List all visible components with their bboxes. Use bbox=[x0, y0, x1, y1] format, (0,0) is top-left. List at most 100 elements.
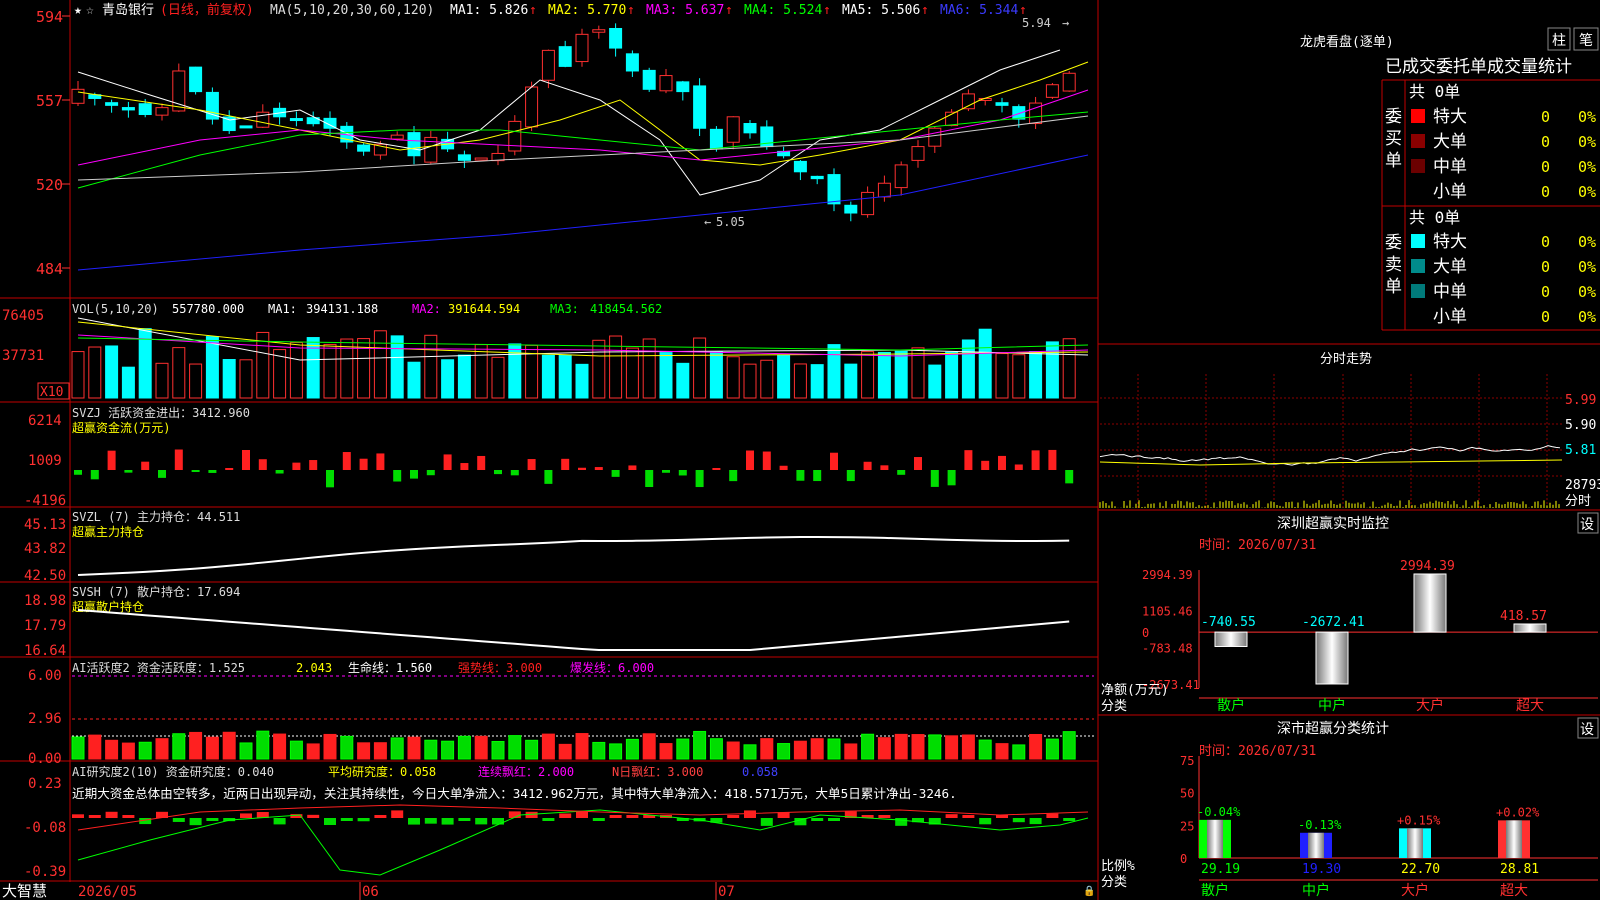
research-bar bbox=[996, 815, 1008, 818]
research-bar bbox=[576, 811, 588, 818]
candle-body bbox=[609, 27, 623, 49]
retail-position-series bbox=[77, 609, 1070, 651]
research-bar bbox=[324, 818, 336, 826]
order-percent: 0% bbox=[1578, 233, 1596, 251]
up-arrow-icon: ↑ bbox=[725, 3, 733, 18]
volume-bar bbox=[978, 328, 992, 399]
order-percent: 0% bbox=[1578, 283, 1596, 301]
order-percent: 0% bbox=[1578, 133, 1596, 151]
capital-flow-bar bbox=[494, 470, 502, 475]
star-icon[interactable]: ★ bbox=[74, 3, 82, 18]
activity-bar bbox=[424, 739, 438, 760]
capital-flow-bar bbox=[376, 453, 385, 470]
candle-body bbox=[844, 204, 858, 214]
capital-flow-bar bbox=[74, 470, 82, 475]
research-bar bbox=[1029, 818, 1042, 825]
vol-ma3: 418454.562 bbox=[590, 302, 662, 316]
volume-bar bbox=[155, 362, 169, 399]
research-bar bbox=[1046, 813, 1059, 818]
research-bar bbox=[408, 818, 420, 825]
candle-body bbox=[457, 154, 471, 161]
vol-value: 557780.000 bbox=[172, 302, 244, 316]
ratio-change: +0.02% bbox=[1496, 805, 1540, 819]
order-size-swatch bbox=[1411, 134, 1425, 148]
period-tag[interactable]: (日线，前复权) bbox=[160, 2, 254, 18]
ratio-bar-highlight bbox=[1407, 828, 1423, 858]
volume-bar bbox=[642, 338, 656, 399]
capital-flow-bar bbox=[242, 449, 250, 470]
ai1-burst-line: 爆发线：6.000 bbox=[570, 660, 654, 675]
monitor-settings-label[interactable]: 设 bbox=[1580, 517, 1594, 533]
svzj-title: SVZJ 活跃资金进出：3412.960 bbox=[72, 405, 250, 420]
activity-bar bbox=[827, 738, 841, 760]
sell-orders-label: 委卖单 bbox=[1385, 233, 1402, 297]
order-size-name: 小单 bbox=[1433, 307, 1467, 327]
ma-value-label: MA6: 5.344 bbox=[940, 3, 1018, 18]
buy-label-char: 委 bbox=[1385, 107, 1402, 127]
capital-flow-bar bbox=[998, 455, 1006, 470]
activity-bar bbox=[508, 735, 522, 760]
ratio-change: -0.04% bbox=[1197, 805, 1241, 819]
volume-bar bbox=[609, 335, 623, 399]
activity-bar bbox=[273, 733, 287, 760]
activity-bar bbox=[525, 739, 539, 760]
ai1-ytick: 6.00 bbox=[28, 668, 62, 684]
classify-settings-label[interactable]: 设 bbox=[1580, 722, 1594, 738]
candle-body bbox=[793, 160, 807, 173]
capital-flow-bar bbox=[645, 470, 654, 488]
volume-bar bbox=[760, 359, 774, 399]
capital-flow-bar bbox=[628, 465, 637, 470]
vol-unit[interactable]: X10 bbox=[40, 385, 63, 400]
volume-bar bbox=[373, 330, 387, 399]
research-bar bbox=[391, 810, 404, 818]
capital-flow-bar bbox=[225, 468, 234, 470]
volume-bar bbox=[457, 354, 471, 399]
capital-flow-bar bbox=[779, 465, 788, 470]
net-flow-bar bbox=[1315, 631, 1349, 685]
ratio-value: 19.30 bbox=[1302, 862, 1341, 877]
capital-flow-bar bbox=[141, 461, 150, 470]
candle-body bbox=[961, 93, 975, 110]
volume-bar bbox=[726, 356, 740, 399]
star-outline-icon[interactable]: ☆ bbox=[86, 3, 94, 18]
svsh-title: SVSH (7) 散户持仓：17.694 bbox=[72, 584, 240, 599]
candle-body bbox=[138, 103, 152, 116]
activity-bar bbox=[928, 734, 942, 760]
bar-mode-label[interactable]: 柱 bbox=[1552, 33, 1566, 49]
monitor-ylabel: 净额(万元) bbox=[1101, 683, 1169, 698]
svzj-ytick: 6214 bbox=[28, 413, 62, 429]
lock-icon[interactable]: 🔒 bbox=[1083, 885, 1095, 897]
capital-flow-bar bbox=[561, 458, 570, 470]
volume-bar bbox=[239, 359, 253, 399]
capital-flow-bar bbox=[695, 470, 704, 488]
activity-bar bbox=[441, 740, 455, 760]
activity-bar bbox=[760, 738, 774, 760]
activity-bar bbox=[357, 742, 371, 760]
svzl-ytick: 45.13 bbox=[24, 517, 66, 533]
volume-bar bbox=[1062, 338, 1076, 399]
ratio-change: -0.13% bbox=[1298, 818, 1342, 832]
capital-flow-bar bbox=[527, 459, 536, 470]
volume-bar bbox=[743, 363, 757, 399]
vol-title: VOL(5,10,20) bbox=[72, 302, 159, 316]
tick-mode-label[interactable]: 笔 bbox=[1579, 33, 1593, 49]
activity-bar bbox=[105, 739, 119, 760]
research-bar bbox=[206, 818, 219, 821]
kline-ytick: 557 bbox=[36, 92, 63, 110]
ai1-ytick: 2.96 bbox=[28, 711, 62, 727]
order-size-name: 大单 bbox=[1433, 257, 1467, 277]
capital-flow-bar bbox=[410, 470, 418, 479]
activity-bar bbox=[592, 741, 606, 760]
volume-bar bbox=[894, 350, 908, 399]
fenshi-unit: 分时 bbox=[1565, 494, 1591, 509]
volume-bar bbox=[508, 343, 522, 399]
volume-bar bbox=[827, 344, 841, 399]
sell-label-char: 卖 bbox=[1385, 255, 1402, 275]
research-bar bbox=[811, 818, 824, 821]
volume-bar bbox=[777, 354, 791, 399]
capital-flow-bar bbox=[443, 454, 452, 470]
stock-name[interactable]: 青岛银行 bbox=[102, 2, 154, 18]
fenshi-title: 分时走势 bbox=[1320, 351, 1372, 367]
order-size-swatch bbox=[1411, 109, 1425, 123]
vol-ytick: 76405 bbox=[2, 308, 44, 324]
